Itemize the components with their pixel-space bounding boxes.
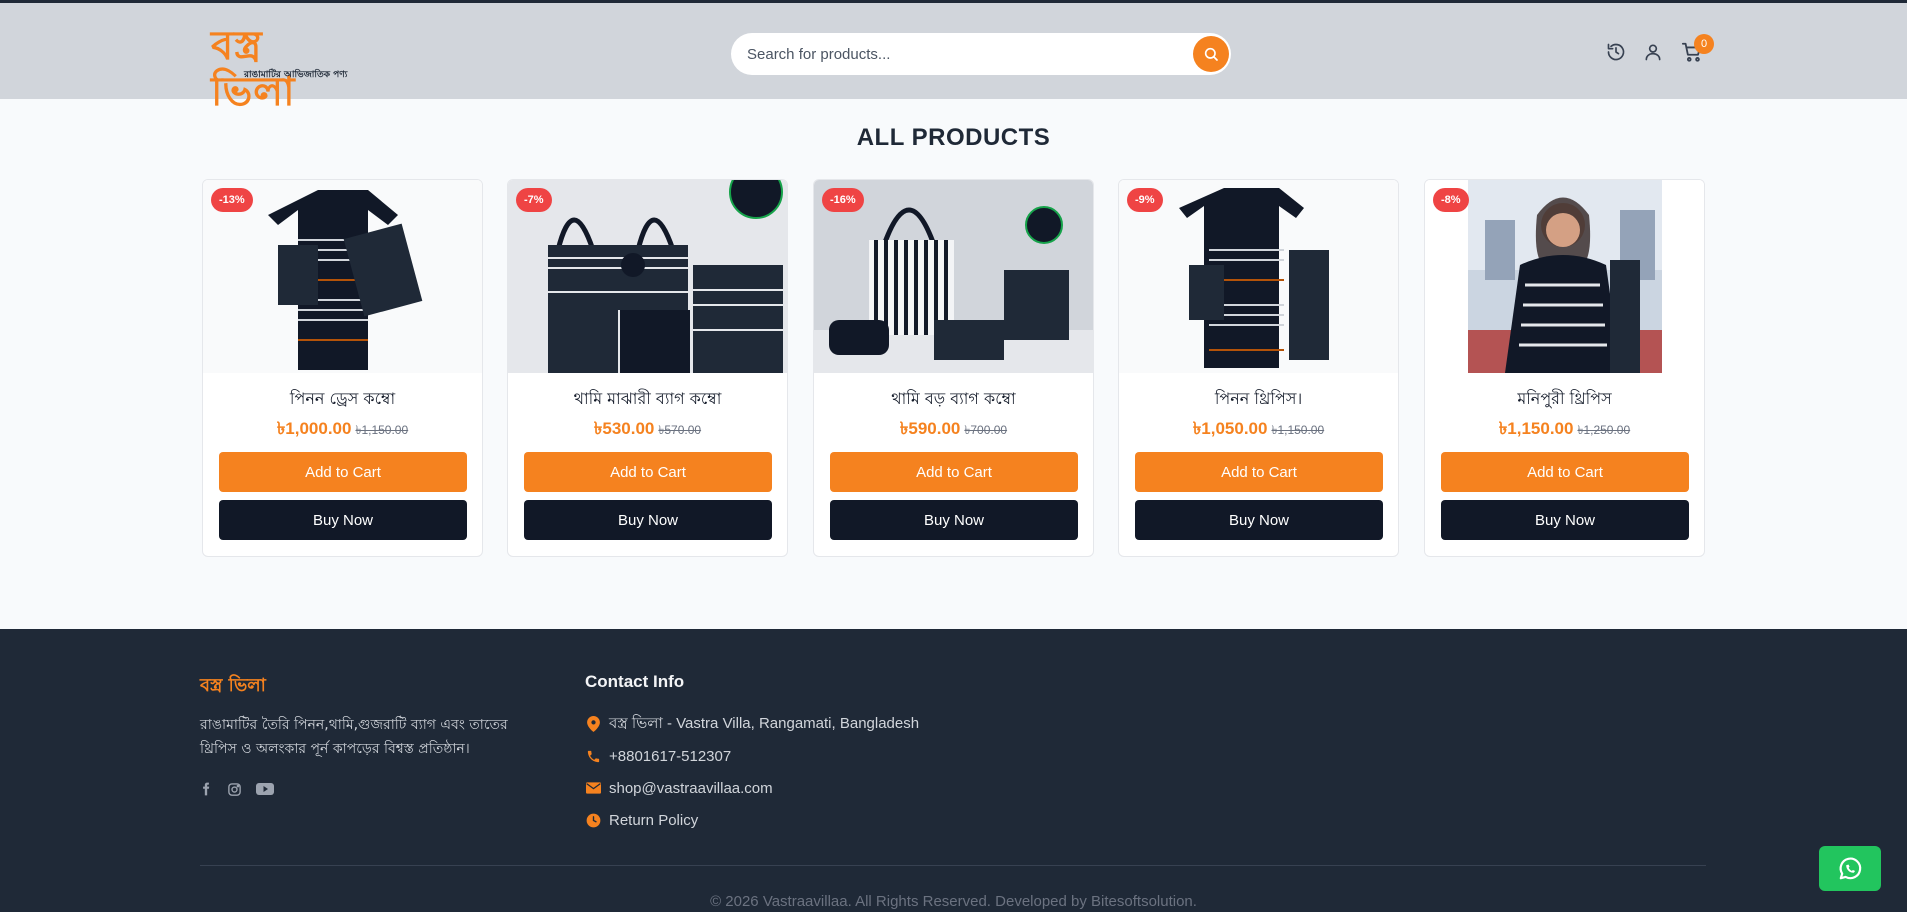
contact-phone[interactable]: +8801617-512307 xyxy=(585,746,731,766)
phone-icon xyxy=(585,748,601,764)
buy-now-button[interactable]: Buy Now xyxy=(1135,500,1383,540)
search-button[interactable] xyxy=(1193,36,1229,72)
add-to-cart-button[interactable]: Add to Cart xyxy=(1135,452,1383,492)
youtube-icon xyxy=(256,783,274,795)
product-price: ৳1,050.00 xyxy=(1192,419,1268,438)
product-old-price: ৳1,150.00 xyxy=(1271,423,1325,437)
product-card[interactable]: -16% থামি বড় ব্যাগ কম্বো ৳590.00 ৳700.00… xyxy=(813,179,1094,557)
discount-badge: -8% xyxy=(1433,188,1469,212)
instagram-link[interactable] xyxy=(224,779,244,799)
search-icon xyxy=(1204,47,1218,61)
youtube-link[interactable] xyxy=(255,779,275,799)
site-header: বস্ত্র ভিলা রাঙামাটির আভিজাতিক পণ্য 0 xyxy=(0,0,1907,115)
discount-badge: -16% xyxy=(822,188,864,212)
footer-description: রাঙামাটির তৈরি পিনন,থামি,গুজরাটি ব্যাগ এ… xyxy=(200,717,508,757)
logo-tagline: রাঙামাটির আভিজাতিক পণ্য xyxy=(244,70,348,80)
buy-now-button[interactable]: Buy Now xyxy=(524,500,772,540)
product-old-price: ৳1,250.00 xyxy=(1577,423,1631,437)
footer-brand: বস্ত্র ভিলা xyxy=(200,675,266,696)
product-price: ৳590.00 xyxy=(899,419,961,438)
price-row: ৳530.00 ৳570.00 xyxy=(508,416,787,444)
account-button[interactable] xyxy=(1641,40,1665,64)
product-name[interactable]: পিনন ড্রেস কম্বো xyxy=(203,386,482,413)
product-card[interactable]: -7% থামি মাঝারী ব্যাগ কম্বো ৳530.00 ৳570.… xyxy=(507,179,788,557)
product-old-price: ৳570.00 xyxy=(658,423,702,437)
product-name[interactable]: মনিপুরী থ্রিপিস xyxy=(1425,386,1704,413)
facebook-link[interactable] xyxy=(196,779,216,799)
cart-count-badge: 0 xyxy=(1694,34,1714,54)
product-price: ৳1,150.00 xyxy=(1498,419,1574,438)
history-button[interactable] xyxy=(1604,40,1628,64)
product-name[interactable]: পিনন থ্রিপিস। xyxy=(1119,386,1398,413)
product-old-price: ৳1,150.00 xyxy=(355,423,409,437)
footer-divider xyxy=(200,865,1706,866)
return-policy-text: Return Policy xyxy=(609,811,699,829)
price-row: ৳1,050.00 ৳1,150.00 xyxy=(1119,416,1398,444)
product-old-price: ৳700.00 xyxy=(964,423,1008,437)
price-row: ৳1,150.00 ৳1,250.00 xyxy=(1425,416,1704,444)
discount-badge: -7% xyxy=(516,188,552,212)
product-card[interactable]: -9% পিনন থ্রিপিস। ৳1,050.00 ৳1,150.00 Add… xyxy=(1118,179,1399,557)
product-image[interactable]: -7% xyxy=(508,180,787,373)
contact-email[interactable]: shop@vastraavillaa.com xyxy=(585,778,773,798)
product-price: ৳530.00 xyxy=(593,419,655,438)
clock-icon xyxy=(585,812,601,828)
search-bar xyxy=(731,33,1231,75)
return-policy-link[interactable]: Return Policy xyxy=(585,810,698,830)
address-text: বস্ত্র ভিলা - Vastra Villa, Rangamati, B… xyxy=(609,714,920,732)
copyright-text: © 2026 Vastraavillaa. All Rights Reserve… xyxy=(710,893,1197,910)
user-icon xyxy=(1645,44,1661,61)
product-image[interactable]: -8% xyxy=(1425,180,1704,373)
product-price: ৳1,000.00 xyxy=(276,419,352,438)
page-title: ALL PRODUCTS xyxy=(856,124,1051,151)
product-card[interactable]: -8% মনিপুরী থ্রিপিস ৳1,150.00 ৳1,250.00 A… xyxy=(1424,179,1705,557)
whatsapp-icon xyxy=(1839,857,1862,879)
site-footer: বস্ত্র ভিলা রাঙামাটির তৈরি পিনন,থামি,গুজ… xyxy=(0,629,1907,912)
whatsapp-button[interactable] xyxy=(1819,846,1881,891)
product-name[interactable]: থামি মাঝারী ব্যাগ কম্বো xyxy=(508,386,787,413)
product-name[interactable]: থামি বড় ব্যাগ কম্বো xyxy=(814,386,1093,413)
add-to-cart-button[interactable]: Add to Cart xyxy=(830,452,1078,492)
discount-badge: -9% xyxy=(1127,188,1163,212)
buy-now-button[interactable]: Buy Now xyxy=(830,500,1078,540)
add-to-cart-button[interactable]: Add to Cart xyxy=(524,452,772,492)
instagram-icon xyxy=(227,782,241,796)
product-image[interactable]: -9% xyxy=(1119,180,1398,373)
email-text: shop@vastraavillaa.com xyxy=(609,779,773,797)
search-input[interactable] xyxy=(747,33,1167,75)
contact-address: বস্ত্র ভিলা - Vastra Villa, Rangamati, B… xyxy=(585,714,919,734)
add-to-cart-button[interactable]: Add to Cart xyxy=(1441,452,1689,492)
product-image[interactable]: -16% xyxy=(814,180,1093,373)
buy-now-button[interactable]: Buy Now xyxy=(1441,500,1689,540)
contact-info-title: Contact Info xyxy=(585,672,685,691)
facebook-icon xyxy=(203,782,210,796)
site-logo[interactable]: বস্ত্র ভিলা রাঙামাটির আভিজাতিক পণ্য xyxy=(211,23,351,115)
history-icon xyxy=(1607,43,1625,61)
location-icon xyxy=(585,716,601,732)
price-row: ৳1,000.00 ৳1,150.00 xyxy=(203,416,482,444)
buy-now-button[interactable]: Buy Now xyxy=(219,500,467,540)
product-card[interactable]: -13% পিনন ড্রেস কম্বো ৳1,000.00 ৳1,150.00… xyxy=(202,179,483,557)
price-row: ৳590.00 ৳700.00 xyxy=(814,416,1093,444)
discount-badge: -13% xyxy=(211,188,253,212)
phone-text: +8801617-512307 xyxy=(609,747,732,765)
add-to-cart-button[interactable]: Add to Cart xyxy=(219,452,467,492)
product-image[interactable]: -13% xyxy=(203,180,482,373)
email-icon xyxy=(585,780,601,796)
